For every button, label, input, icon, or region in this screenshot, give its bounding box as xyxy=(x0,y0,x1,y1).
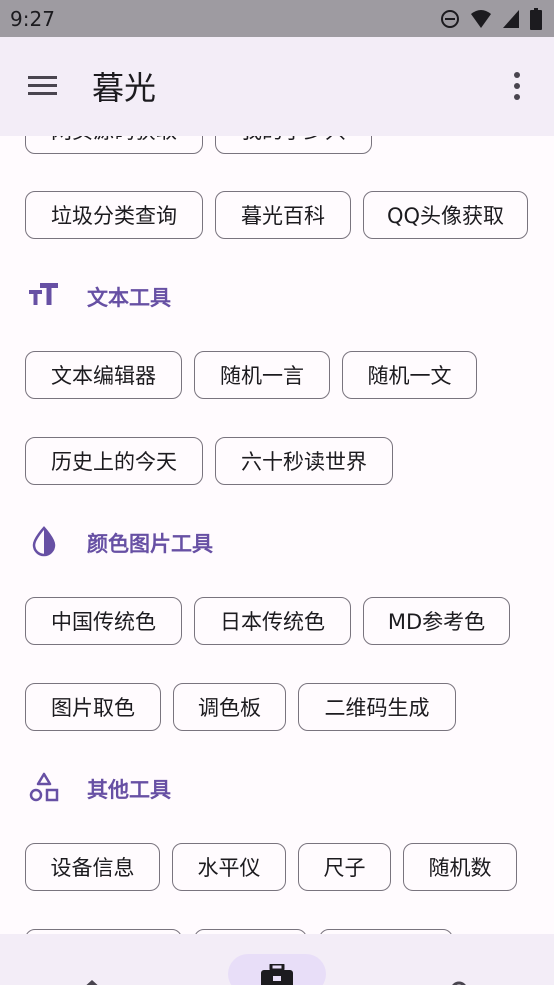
top-app-bar: 暮光 xyxy=(0,37,554,136)
page-title: 暮光 xyxy=(92,69,157,107)
chip-random-number[interactable]: 随机数 xyxy=(403,843,517,891)
section-title-other-tools: 其他工具 xyxy=(87,778,171,802)
chip-cut-off[interactable]: 我的手少只 xyxy=(215,136,372,154)
wifi-icon xyxy=(471,9,491,28)
status-bar: 9:27 xyxy=(0,0,554,37)
menu-button[interactable] xyxy=(26,71,60,101)
home-icon[interactable] xyxy=(80,978,104,985)
chip-today-in-history[interactable]: 历史上的今天 xyxy=(25,437,203,485)
toolbox-icon xyxy=(261,964,293,985)
shapes-icon xyxy=(29,772,59,802)
section-title-color-image-tools: 颜色图片工具 xyxy=(87,532,213,556)
bottom-navigation xyxy=(0,934,554,985)
chip-color-picker[interactable]: 图片取色 xyxy=(25,683,161,731)
chip-sixty-seconds[interactable]: 六十秒读世界 xyxy=(215,437,393,485)
chip-random-quote[interactable]: 随机一言 xyxy=(194,351,330,399)
chip-palette[interactable]: 调色板 xyxy=(173,683,286,731)
chip-garbage-query[interactable]: 垃圾分类查询 xyxy=(25,191,203,239)
nav-item-tools[interactable] xyxy=(228,954,326,985)
battery-icon xyxy=(530,7,542,30)
water-drop-icon xyxy=(32,526,56,557)
status-icons xyxy=(440,7,542,30)
chip-page-source[interactable]: 网页源码获取 xyxy=(25,136,203,154)
status-time: 9:27 xyxy=(10,6,55,31)
chip-baike[interactable]: 暮光百科 xyxy=(215,191,351,239)
chip-japan-colors[interactable]: 日本传统色 xyxy=(194,597,351,645)
menu-icon xyxy=(28,76,57,95)
section-title-text-tools: 文本工具 xyxy=(87,286,171,310)
chip-ruler[interactable]: 尺子 xyxy=(298,843,391,891)
chip-device-info[interactable]: 设备信息 xyxy=(25,843,160,891)
person-icon[interactable] xyxy=(447,980,471,985)
tools-list[interactable]: 网页源码获取 我的手少只 垃圾分类查询 暮光百科 QQ头像获取 文本工具 文本编… xyxy=(0,136,554,934)
chip-level[interactable]: 水平仪 xyxy=(172,843,286,891)
chip-random-article[interactable]: 随机一文 xyxy=(342,351,477,399)
more-options-button[interactable] xyxy=(504,67,530,105)
chip-qq-avatar[interactable]: QQ头像获取 xyxy=(363,191,528,239)
more-vert-icon xyxy=(514,72,520,100)
chip-text-editor[interactable]: 文本编辑器 xyxy=(25,351,182,399)
dnd-icon xyxy=(441,9,459,28)
chip-china-colors[interactable]: 中国传统色 xyxy=(25,597,182,645)
text-icon xyxy=(29,283,58,305)
signal-icon xyxy=(503,9,519,28)
chip-qrcode[interactable]: 二维码生成 xyxy=(298,683,456,731)
chip-md-colors[interactable]: MD参考色 xyxy=(363,597,510,645)
